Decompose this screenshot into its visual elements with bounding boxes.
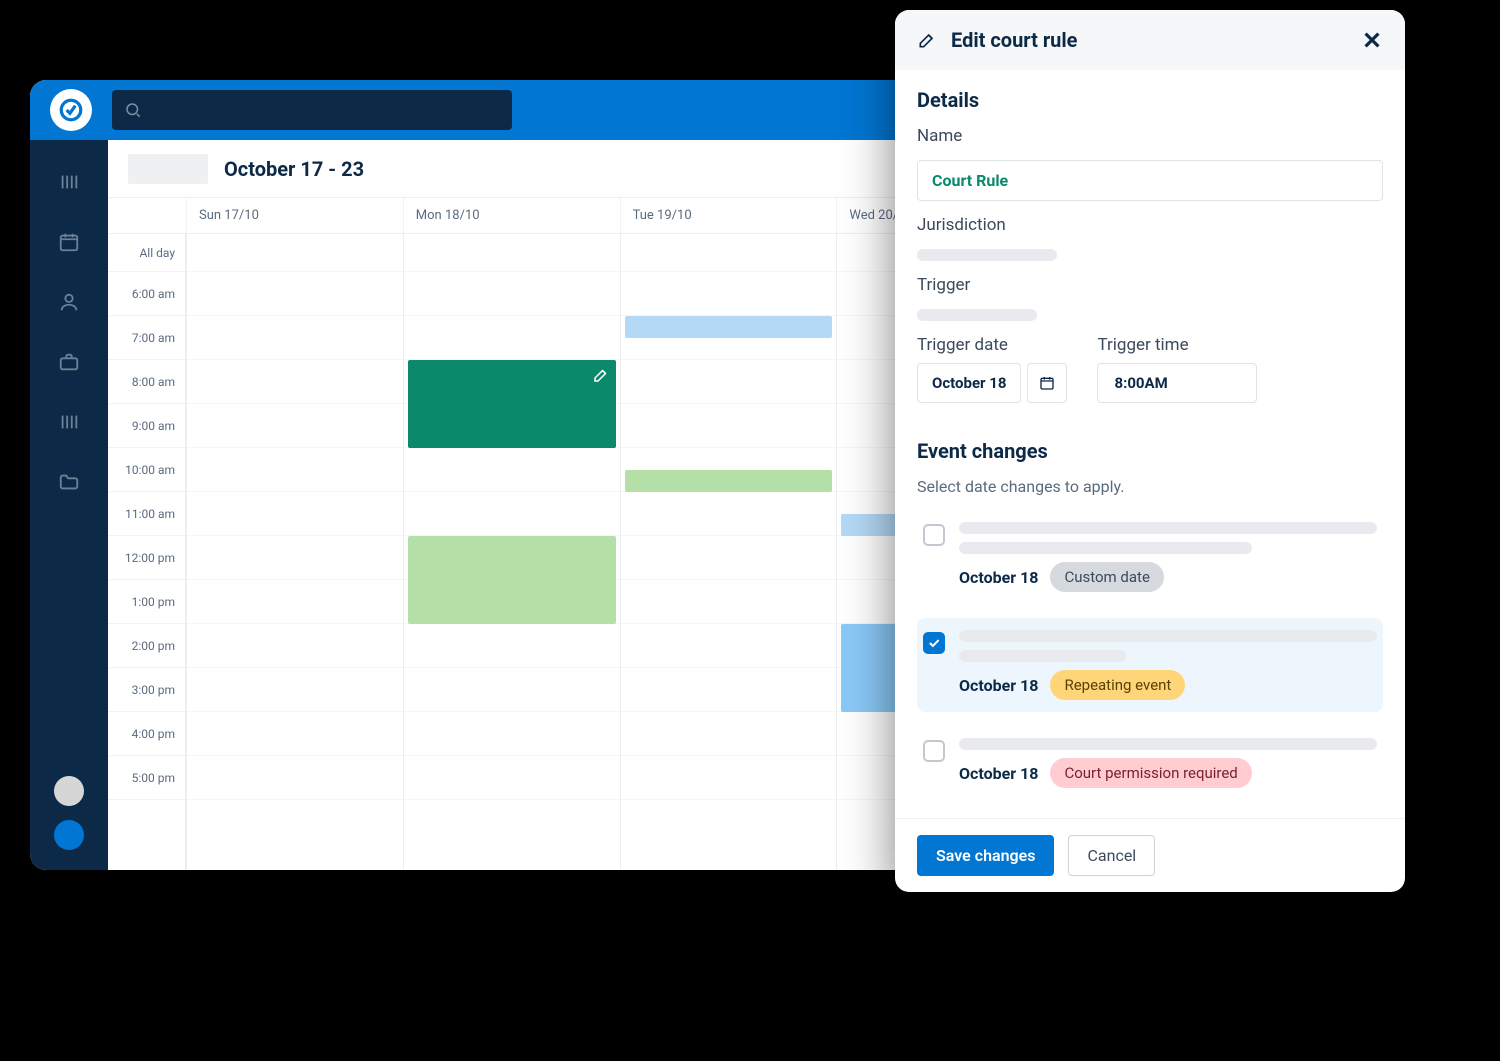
panel-body: Details Name Court Rule Jurisdiction Tri… <box>895 70 1405 818</box>
panel-footer: Save changes Cancel <box>895 818 1405 892</box>
trigger-date-input[interactable]: October 18 <box>917 363 1021 403</box>
calendar-icon <box>58 231 80 253</box>
time-label: 6:00 am <box>108 272 185 316</box>
time-label: 1:00 pm <box>108 580 185 624</box>
bars-icon <box>58 411 80 433</box>
day-header[interactable]: Mon 18/10 <box>403 198 620 233</box>
nav-item-dashboard[interactable] <box>57 170 81 194</box>
name-label: Name <box>917 126 1383 146</box>
edit-icon <box>917 30 937 50</box>
cancel-button[interactable]: Cancel <box>1068 835 1155 876</box>
event-changes-heading: Event changes <box>917 439 1383 463</box>
check-circle-icon <box>58 97 84 123</box>
nav-item-documents[interactable] <box>57 470 81 494</box>
time-label: 2:00 pm <box>108 624 185 668</box>
day-column-sun[interactable] <box>186 234 403 870</box>
trigger-time-label: Trigger time <box>1097 335 1257 355</box>
date-picker-button[interactable] <box>1027 363 1067 403</box>
day-column-tue[interactable] <box>620 234 837 870</box>
date-range-label: October 17 - 23 <box>224 157 364 181</box>
search-input[interactable] <box>112 90 512 130</box>
time-label-allday: All day <box>108 234 185 272</box>
close-button[interactable] <box>1361 29 1383 51</box>
edit-court-rule-panel: Edit court rule Details Name Court Rule … <box>895 10 1405 892</box>
bars-icon <box>58 171 80 193</box>
presence-indicator-blue[interactable] <box>54 820 84 850</box>
event-change-item[interactable]: October 18 Court permission required <box>917 726 1383 800</box>
change-tag: Repeating event <box>1050 670 1185 700</box>
briefcase-icon <box>58 351 80 373</box>
close-icon <box>1361 29 1383 51</box>
trigger-time-input[interactable]: 8:00AM <box>1097 363 1257 403</box>
jurisdiction-label: Jurisdiction <box>917 215 1383 235</box>
time-label: 9:00 am <box>108 404 185 448</box>
sidebar <box>30 140 108 870</box>
time-label: 8:00 am <box>108 360 185 404</box>
nav-item-contacts[interactable] <box>57 290 81 314</box>
calendar-event[interactable] <box>625 470 833 492</box>
trigger-value-placeholder <box>917 309 1037 321</box>
day-column-mon[interactable] <box>403 234 620 870</box>
check-icon <box>927 636 941 650</box>
details-heading: Details <box>917 88 1383 112</box>
time-label: 3:00 pm <box>108 668 185 712</box>
change-date: October 18 <box>959 676 1038 695</box>
time-column: All day 6:00 am 7:00 am 8:00 am 9:00 am … <box>108 234 186 870</box>
change-date: October 18 <box>959 568 1038 587</box>
time-label: 10:00 am <box>108 448 185 492</box>
toolbar-prev-button[interactable] <box>128 154 208 184</box>
time-label: 11:00 am <box>108 492 185 536</box>
nav-item-activities[interactable] <box>57 410 81 434</box>
app-logo[interactable] <box>50 89 92 131</box>
time-label: 5:00 pm <box>108 756 185 800</box>
change-date: October 18 <box>959 764 1038 783</box>
calendar-event[interactable] <box>625 316 833 338</box>
person-icon <box>58 291 80 313</box>
day-header[interactable]: Sun 17/10 <box>186 198 403 233</box>
day-header[interactable]: Tue 19/10 <box>620 198 837 233</box>
save-button[interactable]: Save changes <box>917 835 1054 876</box>
folder-icon <box>58 471 80 493</box>
change-tag: Court permission required <box>1050 758 1251 788</box>
time-label: 4:00 pm <box>108 712 185 756</box>
change-checkbox[interactable] <box>923 524 945 546</box>
time-label: 7:00 am <box>108 316 185 360</box>
presence-indicator-grey[interactable] <box>54 776 84 806</box>
trigger-label: Trigger <box>917 275 1383 295</box>
time-label: 12:00 pm <box>108 536 185 580</box>
change-checkbox[interactable] <box>923 632 945 654</box>
nav-item-calendar[interactable] <box>57 230 81 254</box>
edit-icon <box>592 366 610 384</box>
name-input[interactable]: Court Rule <box>917 160 1383 201</box>
trigger-date-label: Trigger date <box>917 335 1067 355</box>
search-icon <box>124 101 142 119</box>
nav-item-matters[interactable] <box>57 350 81 374</box>
jurisdiction-value-placeholder <box>917 249 1057 261</box>
calendar-event[interactable] <box>408 360 616 448</box>
panel-header: Edit court rule <box>895 10 1405 70</box>
change-tag: Custom date <box>1050 562 1163 592</box>
calendar-event[interactable] <box>408 536 616 624</box>
event-changes-helper: Select date changes to apply. <box>917 477 1383 496</box>
event-change-item[interactable]: October 18 Repeating event <box>917 618 1383 712</box>
panel-title: Edit court rule <box>951 28 1077 52</box>
change-checkbox[interactable] <box>923 740 945 762</box>
event-change-item[interactable]: October 18 Custom date <box>917 510 1383 604</box>
calendar-icon <box>1039 375 1055 391</box>
